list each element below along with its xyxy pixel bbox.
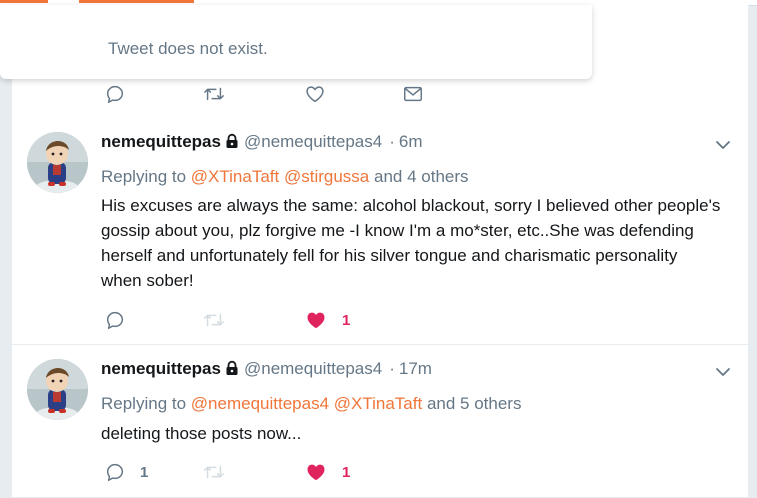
nav-active-indicator [79, 0, 194, 3]
direct-message-button[interactable] [402, 82, 424, 106]
heart-outline-icon [306, 86, 324, 103]
retweet-button[interactable] [202, 82, 226, 106]
retweet-button[interactable] [202, 308, 226, 332]
tweet-actions [104, 82, 504, 106]
reply-icon [106, 463, 124, 481]
nav-active-indicator [0, 0, 48, 3]
retweet-icon [204, 465, 224, 479]
replying-to-label: Replying to [101, 394, 187, 413]
like-button[interactable]: 1 [304, 460, 350, 484]
like-count: 1 [342, 463, 351, 481]
mention-link[interactable]: @stirgussa [284, 167, 369, 186]
tweet-text: His excuses are always the same: alcohol… [101, 196, 721, 290]
username[interactable]: @nemequittepas4 [244, 132, 382, 151]
tweet-error-popup: Tweet does not exist. [0, 5, 592, 79]
chevron-down-icon [716, 141, 730, 149]
reply-button[interactable]: 1 [104, 460, 148, 484]
replying-to: Replying to @nemequittepas4 @XTinaTaft a… [101, 394, 521, 414]
username[interactable]: @nemequittepas4 [244, 359, 382, 378]
like-button[interactable]: 1 [304, 308, 350, 332]
tweet[interactable]: nemequittepas @nemequittepas4 · 17m Replyin… [12, 345, 748, 498]
tweet-text: deleting those posts now... [101, 424, 302, 443]
replying-to: Replying to @XTinaTaft @stirgussa and 4 … [101, 167, 469, 187]
like-button[interactable] [304, 82, 326, 106]
like-count: 1 [342, 311, 351, 329]
reply-icon [106, 311, 124, 329]
heart-filled-icon [307, 312, 325, 329]
tweet-menu-button[interactable] [713, 135, 733, 160]
replying-to-label: Replying to [101, 167, 187, 186]
others-link[interactable]: and 5 others [427, 394, 522, 413]
reply-button[interactable] [104, 82, 126, 106]
tweet-actions: 1 [104, 308, 504, 332]
tweet[interactable]: nemequittepas @nemequittepas4 · 6m Replying… [12, 117, 748, 345]
avatar[interactable] [27, 359, 88, 420]
retweet-icon [204, 87, 224, 101]
mention-link[interactable]: @nemequittepas4 [191, 394, 329, 413]
avatar[interactable] [27, 132, 88, 193]
envelope-icon [404, 86, 422, 102]
error-message: Tweet does not exist. [108, 39, 268, 58]
reply-count: 1 [140, 463, 149, 481]
reply-button[interactable] [104, 308, 126, 332]
timestamp[interactable]: 17m [399, 359, 432, 378]
timestamp[interactable]: 6m [399, 132, 423, 151]
tweet-actions: 1 1 [104, 460, 504, 484]
retweet-icon [204, 313, 224, 327]
mention-link[interactable]: @XTinaTaft [334, 394, 422, 413]
display-name[interactable]: nemequittepas [101, 132, 221, 151]
separator: · [389, 359, 395, 378]
retweet-button[interactable] [202, 460, 226, 484]
tweet-header: nemequittepas @nemequittepas4 · 6m [101, 132, 423, 156]
display-name[interactable]: nemequittepas [101, 359, 221, 378]
reply-icon [106, 85, 124, 103]
others-link[interactable]: and 4 others [374, 167, 469, 186]
tweet-menu-button[interactable] [713, 362, 733, 387]
mention-link[interactable]: @XTinaTaft [191, 167, 279, 186]
lock-icon [224, 360, 240, 381]
tweet-header: nemequittepas @nemequittepas4 · 17m [101, 359, 432, 383]
lock-icon [224, 133, 240, 154]
chevron-down-icon [716, 368, 730, 376]
separator: · [389, 132, 395, 151]
heart-filled-icon [307, 464, 325, 481]
